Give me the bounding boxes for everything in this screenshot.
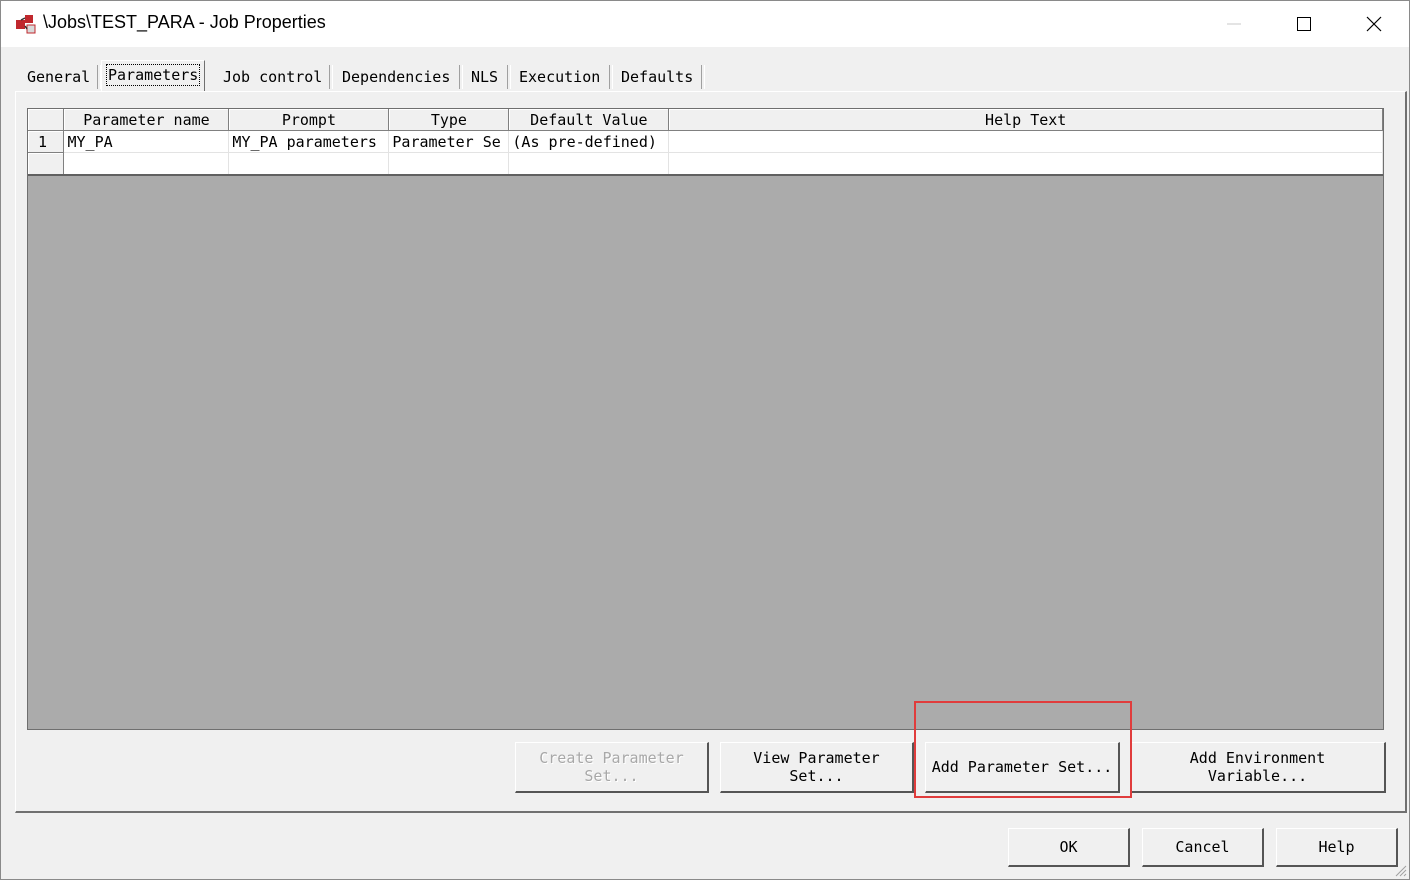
tab-parameters[interactable]: Parameters [101,60,206,91]
help-button[interactable]: Help [1276,828,1398,867]
title-bar[interactable]: \Jobs\TEST_PARA - Job Properties [1,1,1409,47]
create-parameter-set-button[interactable]: Create Parameter Set... [515,742,709,793]
maximize-button[interactable] [1269,1,1339,47]
cell-default-value[interactable]: (As pre-defined) [508,130,670,153]
add-environment-variable-button[interactable]: Add Environment Variable... [1130,742,1386,793]
grid-corner[interactable] [28,109,65,131]
cancel-label: Cancel [1175,838,1230,856]
minimize-icon [1227,23,1241,25]
minimize-button[interactable] [1199,1,1269,47]
tab-dependencies[interactable]: Dependencies [336,63,456,89]
view-parameter-set-label: View Parameter Set... [753,749,880,785]
cell-parameter-name[interactable] [63,152,230,176]
job-properties-icon [16,15,36,34]
cell-type[interactable] [388,152,510,176]
create-parameter-set-label: Create Parameter Set... [539,749,684,785]
column-header-type[interactable]: Type [388,109,510,131]
cell-type[interactable]: Parameter Se [388,130,510,153]
view-parameter-set-button[interactable]: View Parameter Set... [720,742,914,793]
add-environment-variable-label: Add Environment Variable... [1189,749,1326,785]
column-header-help-text[interactable]: Help Text [668,109,1383,131]
cell-prompt[interactable] [228,152,390,176]
window-title: \Jobs\TEST_PARA - Job Properties [43,12,326,32]
job-properties-window: \Jobs\TEST_PARA - Job Properties General… [0,0,1410,880]
cancel-button[interactable]: Cancel [1142,828,1264,867]
tab-execution[interactable]: Execution [513,63,606,89]
cell-default-value[interactable] [508,152,670,176]
row-number[interactable]: 1 [28,130,65,153]
table-row[interactable]: 1 MY_PA MY_PA parameters Parameter Se (A… [28,130,1383,153]
column-header-parameter-name[interactable]: Parameter name [63,109,230,131]
cell-parameter-name[interactable]: MY_PA [63,130,230,153]
help-label: Help [1318,838,1355,856]
tab-defaults[interactable]: Defaults [615,63,699,89]
add-parameter-set-button[interactable]: Add Parameter Set... [925,742,1120,793]
table-row[interactable] [28,152,1383,176]
cell-prompt[interactable]: MY_PA parameters [228,130,390,153]
cell-help-text[interactable] [668,152,1383,176]
resize-grip-icon[interactable] [1393,863,1407,877]
add-parameter-set-label: Add Parameter Set... [931,758,1113,776]
close-button[interactable] [1339,1,1409,47]
parameters-grid[interactable]: Parameter name Prompt Type Default Value… [27,108,1384,730]
tab-general[interactable]: General [21,63,96,89]
ok-button[interactable]: OK [1008,828,1130,867]
row-number[interactable] [28,152,65,176]
tab-job-control[interactable]: Job control [217,63,328,89]
column-header-default-value[interactable]: Default Value [508,109,670,131]
maximize-icon [1297,17,1311,31]
ok-label: OK [1059,838,1078,856]
cell-help-text[interactable] [668,130,1383,153]
close-icon [1366,16,1382,32]
column-header-prompt[interactable]: Prompt [228,109,390,131]
tab-nls[interactable]: NLS [465,63,504,89]
tab-parameters-label: Parameters [105,64,201,86]
